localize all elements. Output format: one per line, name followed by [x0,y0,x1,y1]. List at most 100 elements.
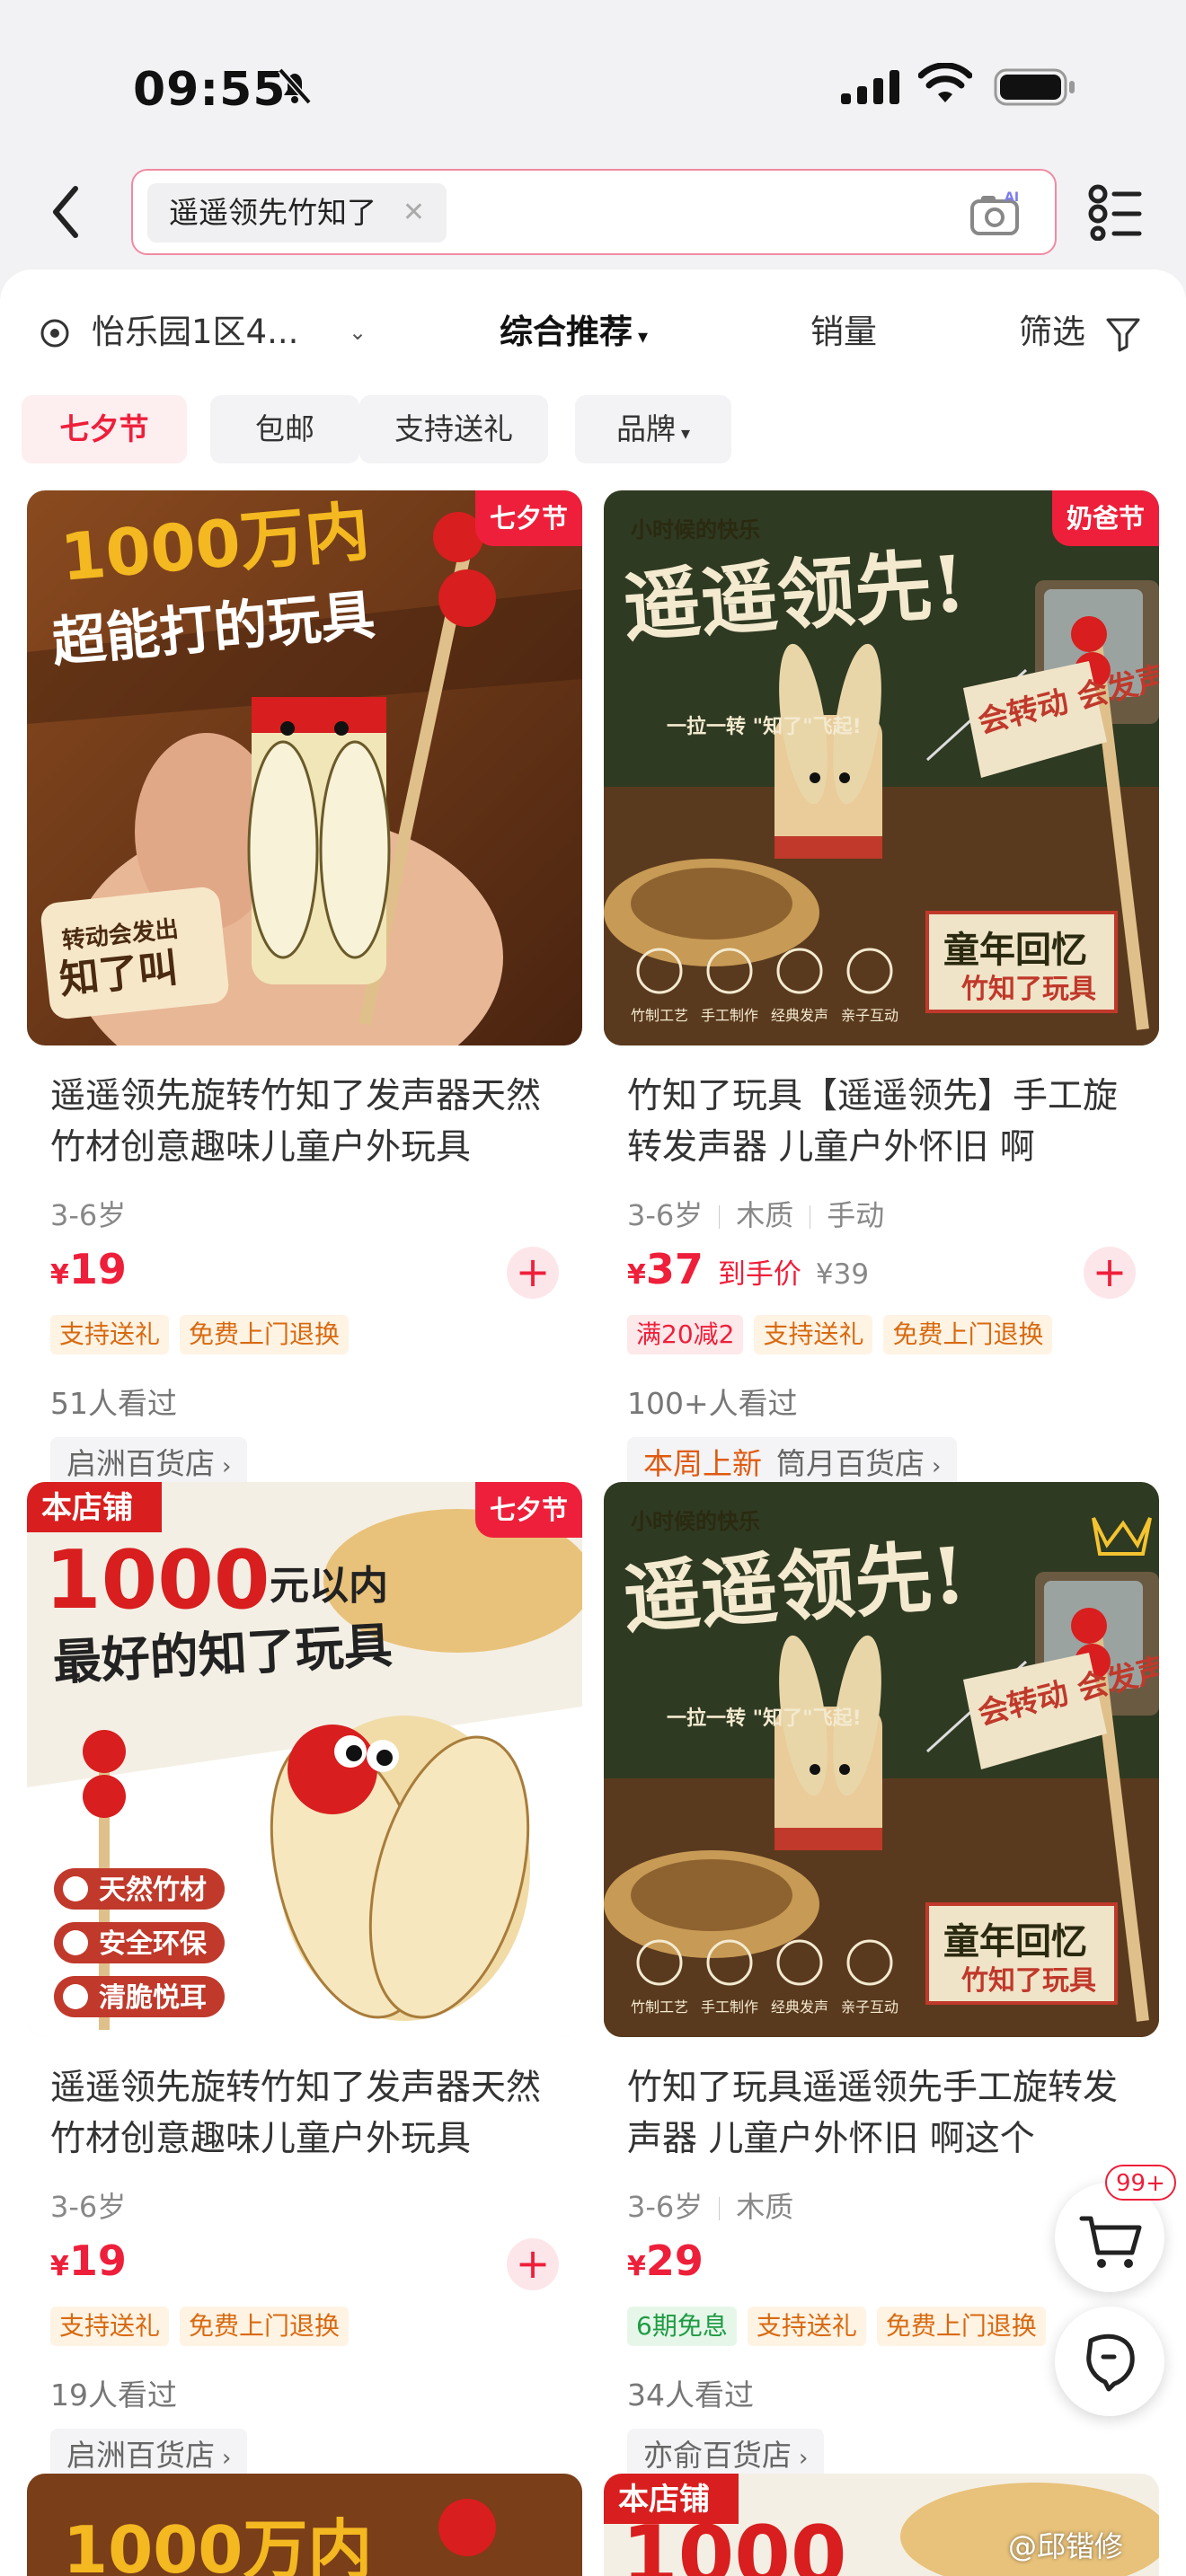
tag-free-shipping[interactable]: 包邮 [210,395,359,463]
chevron-right-icon: › [222,1453,232,1480]
product-price: ¥19 [50,1245,127,1293]
image-shop-label: 本店铺 [41,1490,133,1526]
promo-tag: 支持送礼 [50,2307,170,2346]
tag-gift[interactable]: 支持送礼 [359,395,548,463]
divider [719,2197,721,2220]
svg-text:AI: AI [1005,190,1019,205]
image-mid-text: 一拉一转 "知了"飞起! [667,1707,862,1730]
chevron-right-icon: › [799,2445,809,2472]
product-image[interactable]: 小时候的快乐 遥遥领先! 一拉一转 "知了"飞起! 会转动 会发声 童年回忆 竹… [604,1482,1159,2037]
product-title[interactable]: 遥遥领先旋转竹知了发声器天然竹材创意趣味儿童户外玩具 [50,2062,571,2165]
image-mid-text: 一拉一转 "知了"飞起! [667,715,862,738]
store-name: 启洲百货店 [66,2438,215,2473]
sort-recommended-label: 综合推荐 [500,313,633,351]
search-input[interactable]: 遥遥领先竹知了 ✕ AI [131,169,1057,255]
sort-recommended[interactable]: 综合推荐 ▾ [500,296,648,374]
promo-tag: 满20减2 [627,1315,744,1354]
product-card-partial[interactable]: 1000万内 [27,2474,582,2576]
chevron-down-icon: ▾ [680,422,691,444]
search-query-chip[interactable]: 遥遥领先竹知了 ✕ [147,183,447,243]
attribute: 3-6岁 [50,1198,127,1232]
wifi-icon [918,63,972,102]
search-header: 遥遥领先竹知了 ✕ AI [0,153,1186,269]
store-name: 筒月百货店 [776,1446,925,1481]
promo-badge: 七夕节 [474,1482,582,1538]
product-price: ¥19 [50,2236,127,2285]
store-name: 启洲百货店 [66,1446,215,1481]
filter-bar: 怡乐园1区4... ⌄ 综合推荐 ▾ 销量 筛选 [0,296,1186,368]
clear-query-icon[interactable]: ✕ [403,183,425,243]
product-attributes: 3-6岁 木质 手动 [627,1193,884,1234]
image-box-subtitle: 竹知了玩具 [961,1965,1096,1997]
ai-camera-icon[interactable]: AI [969,189,1022,239]
location-selector[interactable]: 怡乐园1区4... [92,296,298,368]
location-pin-icon [40,319,69,348]
new-this-week-label: 本周上新 [643,1446,762,1481]
product-image[interactable]: 1000万内 超能打的玩具 转动会发出 知了叫 七夕节 [27,490,582,1045]
product-photo: 小时候的快乐 遥遥领先! 一拉一转 "知了"飞起! 会转动 会发声 童年回忆 竹… [604,1482,1159,2037]
add-to-cart-button[interactable]: + [507,2238,559,2290]
product-image[interactable]: 小时候的快乐 遥遥领先! 一拉一转 "知了"飞起! 会转动 会发声 童年回忆 竹… [604,490,1159,1045]
promo-tags: 满20减2 支持送礼 免费上门退换 [627,1315,1063,1354]
promo-tag: 免费上门退换 [180,1315,350,1354]
price-value: 19 [68,1245,127,1293]
divider [719,1205,721,1229]
promo-badge: 七夕节 [474,490,582,546]
chevron-down-icon: ⌄ [349,320,367,345]
tag-brand-label: 品牌 [615,411,676,446]
feature-label: 手工制作 [701,1007,758,1024]
product-attributes: 3-6岁 [50,2184,126,2226]
chevron-down-icon: ▾ [638,326,649,348]
add-to-cart-button[interactable]: + [1084,1247,1136,1299]
image-headline: 1000万内 [63,2512,372,2576]
back-arrow-icon[interactable] [47,183,86,241]
product-title[interactable]: 竹知了玩具遥遥领先手工旋转发声器 儿童户外怀旧 啊这个 [627,2062,1148,2165]
attribute: 3-6岁 [50,2190,127,2224]
product-attributes: 3-6岁 木质 [627,2184,793,2226]
search-query-text: 遥遥领先竹知了 [169,195,376,230]
product-price: ¥29 [627,2236,704,2285]
view-count: 51人看过 [50,1386,177,1421]
add-to-cart-button[interactable]: + [507,1247,559,1299]
promo-tag: 免费上门退换 [180,2307,350,2346]
store-name: 亦俞百货店 [643,2438,792,2473]
feature-label: 竹制工艺 [631,1007,688,1024]
feedback-button[interactable] [1055,2307,1164,2416]
check-label: 天然竹材 [99,1875,207,1906]
view-count: 19人看过 [50,2378,177,2413]
product-price: ¥37 到手价 ¥39 [627,1245,869,1293]
battery-icon [994,68,1075,106]
product-title[interactable]: 遥遥领先旋转竹知了发声器天然竹材创意趣味儿童户外玩具 [50,1071,571,1173]
product-photo: 本店铺 1000 元以内 最好的知了玩具 天然竹材 安全环保 清脆悦耳 [27,1482,582,2037]
list-view-icon[interactable] [1087,183,1143,241]
final-price-label: 到手价 [717,1258,801,1291]
product-title[interactable]: 竹知了玩具【遥遥领先】手工旋转发声器 儿童户外怀旧 啊 [627,1071,1148,1173]
promo-tag: 免费上门退换 [876,2307,1046,2346]
tag-brand[interactable]: 品牌 ▾ [575,395,731,463]
product-photo: 1000万内 超能打的玩具 转动会发出 知了叫 [27,490,582,1045]
cart-count-badge: 99+ [1105,2165,1176,2201]
chevron-right-icon: › [932,1453,942,1480]
price-value: 19 [68,2236,127,2285]
view-count: 100+人看过 [627,1386,798,1421]
currency-symbol: ¥ [50,2251,69,2282]
promo-tags: 6期免息 支持送礼 免费上门退换 [627,2307,1057,2346]
original-price: ¥39 [815,1258,870,1291]
image-small-text: 小时候的快乐 [631,517,760,543]
price-value: 29 [645,2236,704,2285]
feature-label: 亲子互动 [841,1998,898,2016]
image-headline-suffix: 元以内 [270,1563,388,1609]
feature-label: 经典发声 [771,1998,828,2016]
promo-badge: 奶爸节 [1051,490,1159,546]
tag-qixi[interactable]: 七夕节 [22,395,187,463]
feature-label: 亲子互动 [841,1007,898,1024]
attribute: 木质 [736,2190,794,2224]
attribute: 手动 [827,1198,885,1232]
watermark: @邱锴修 [1008,2529,1124,2563]
price-value: 37 [645,1245,704,1293]
sort-sales[interactable]: 销量 [810,296,877,368]
product-image[interactable]: 本店铺 1000 元以内 最好的知了玩具 天然竹材 安全环保 清脆悦耳 七夕节 [27,1482,582,2037]
funnel-icon[interactable] [1105,316,1141,352]
currency-symbol: ¥ [627,2251,646,2282]
filter-button[interactable]: 筛选 [1019,296,1085,368]
